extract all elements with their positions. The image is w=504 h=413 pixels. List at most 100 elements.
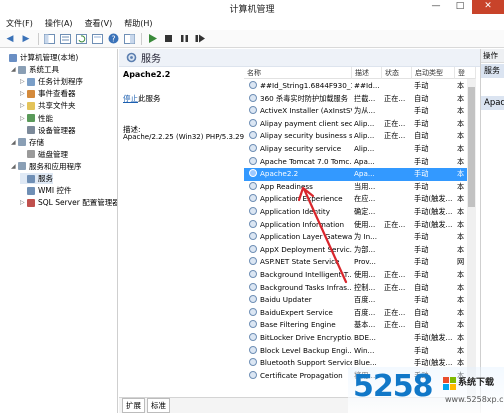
service-gear-icon [249,307,257,316]
table-row[interactable]: Background Tasks Infras... 控制... 正在... 自动 本 [244,282,476,295]
tree-task-scheduler[interactable]: ▷ 任务计划程序 [20,76,83,87]
table-row[interactable]: BitLocker Drive Encryptio... BDE... 手动(触发.… [244,332,476,345]
stop-service-suffix: 此服务 [138,94,161,103]
actions-services[interactable]: 服务 [481,64,504,78]
column-description[interactable]: 描述 [352,67,382,79]
cell-text: 本 [457,194,465,204]
table-cell: 确定... [352,206,382,219]
tree-expander[interactable]: ◢ [11,161,18,172]
tree-expander[interactable]: ▷ [20,197,27,208]
table-cell: 手动 [412,231,455,244]
table-row[interactable]: App Readiness 当用... 手动 本 [244,181,476,194]
table-row[interactable]: 360 杀毒实时防护加载服务 拦截... 正在... 自动 本 [244,93,476,106]
tree-performance[interactable]: ▷ 性能 [20,113,53,124]
tree-services[interactable]: 服务 [20,173,53,184]
back-arrow-icon[interactable]: ◀ [3,32,17,46]
table-row[interactable]: Application Identity 确定... 手动(触发... 本 [244,206,476,219]
console-tree-icon[interactable] [42,32,56,46]
column-status[interactable]: 状态 [382,67,412,79]
cell-text: BDE... [354,333,376,342]
service-gear-icon [249,93,257,102]
cell-text: Background Tasks Infras... [260,282,352,292]
tree-expander[interactable]: ◢ [11,137,18,148]
table-row[interactable]: Block Level Backup Engi... Win... 手动 本 [244,345,476,358]
tree-expander[interactable]: ▷ [20,88,27,99]
tree-disk-management[interactable]: 磁盘管理 [20,149,68,160]
tree-expander[interactable]: ▷ [20,113,27,124]
cell-text: 本 [457,270,465,279]
tree-shared-folders[interactable]: ▷ 共享文件夹 [20,100,76,111]
cell-text: AppX Deployment Servic... [260,244,352,254]
table-row[interactable]: ASP.NET State Service Prov... 手动 网 [244,256,476,269]
table-row[interactable]: ActiveX Installer (AxInstSV) 为从... 手动 本 [244,105,476,118]
tree-node-icon [27,89,35,98]
table-row[interactable]: Base Filtering Engine 基本... 正在... 自动 本 [244,319,476,332]
table-row[interactable]: Application Layer Gatewa... 为 In... 手动 本 [244,231,476,244]
column-logon[interactable]: 登 [455,67,476,79]
column-startup-type[interactable]: 启动类型 [412,67,455,79]
table-cell: 拦截... [352,93,382,106]
tree-expander[interactable]: ▷ [20,76,27,87]
tree-expander[interactable]: ▷ [20,100,27,111]
menu-help[interactable]: 帮助(H) [118,18,158,29]
show-hide-icon[interactable] [122,32,136,46]
cell-text: BaiduExpert Service [260,307,333,317]
tree-computer-management[interactable]: 计算机管理(本地) [2,52,78,63]
vertical-scrollbar[interactable] [467,79,476,397]
service-gear-icon [249,131,257,140]
table-row[interactable]: Alipay payment client sec... Alip... 正在...… [244,118,476,131]
table-row[interactable]: Apache2.2 Apa... 手动 本 [244,168,476,181]
table-row[interactable]: BaiduExpert Service 百度... 正在... 自动 本 [244,307,476,320]
table-row[interactable]: Alipay security business s... Alip... 正在..… [244,130,476,143]
stop-service-icon[interactable] [161,32,175,46]
cell-text: 手动 [414,81,429,90]
table-row[interactable]: Apache Tomcat 7.0 Tomc... Apa... 手动 本 [244,156,476,169]
menu-action[interactable]: 操作(A) [39,18,79,29]
export-list-icon[interactable] [90,32,104,46]
cell-text: 360 杀毒实时防护加载服务 [260,93,348,103]
table-row[interactable]: Alipay security service Alip... 手动 本 [244,143,476,156]
table-row[interactable]: ##Id_String1.6844F930_1... ##Id... 手动 本 [244,80,476,93]
tab-extended[interactable]: 扩展 [122,398,145,413]
column-name[interactable]: 名称 [244,67,352,79]
menu-file[interactable]: 文件(F) [0,18,39,29]
stop-service-link[interactable]: 停止 [123,94,138,103]
table-row[interactable]: Background Intelligent T... 使用... 正在... 手动 本 [244,269,476,282]
table-row[interactable]: Application Information 使用... 正在... 手动(触发..… [244,219,476,232]
detail-service-name: Apache2.2 [123,70,171,79]
tree-event-viewer[interactable]: ▷ 事件查看器 [20,88,76,99]
tree-expander[interactable]: ◢ [11,64,18,75]
menu-view[interactable]: 查看(V) [79,18,119,29]
table-row[interactable]: Application Experience 在应... 手动(触发... 本 [244,193,476,206]
watermark-number: 5258 [353,369,433,404]
forward-arrow-icon[interactable]: ▶ [19,32,33,46]
refresh-icon[interactable] [74,32,88,46]
tree-storage[interactable]: ◢ 存储 [11,137,44,148]
tree-services-apps[interactable]: ◢ 服务和应用程序 [11,161,82,172]
tab-standard[interactable]: 标准 [147,398,170,413]
properties-icon[interactable] [58,32,72,46]
minimize-button[interactable]: — [424,0,448,14]
tree-wmi-control[interactable]: WMI 控件 [20,185,71,196]
close-button[interactable]: ✕ [472,0,504,14]
tree-node-icon [27,150,35,159]
scrollbar-thumb[interactable] [468,87,475,207]
restart-service-icon[interactable] [193,32,207,46]
table-cell: Base Filtering Engine [244,319,352,332]
table-cell: 正在... [382,93,412,106]
tree-system-tools[interactable]: ◢ 系统工具 [11,64,59,75]
maximize-button[interactable]: □ [448,0,472,14]
cell-text: Apa... [354,156,375,166]
start-service-icon[interactable] [145,32,159,46]
help-icon[interactable]: ? [106,32,120,46]
cell-text: 使用... [354,219,376,229]
cell-text: 本 [457,181,465,191]
tree-device-manager[interactable]: 设备管理器 [20,125,76,136]
table-row[interactable]: Baidu Updater 百度... 手动 本 [244,294,476,307]
pause-service-icon[interactable] [177,32,191,46]
cell-text: 自动 [414,93,429,103]
actions-apache[interactable]: Apac [481,96,504,110]
tree-sql-server-config[interactable]: ▷ SQL Server 配置管理器 [20,197,117,208]
table-cell: Alip... [352,143,382,156]
table-row[interactable]: AppX Deployment Servic... 为部... 手动 本 [244,244,476,257]
